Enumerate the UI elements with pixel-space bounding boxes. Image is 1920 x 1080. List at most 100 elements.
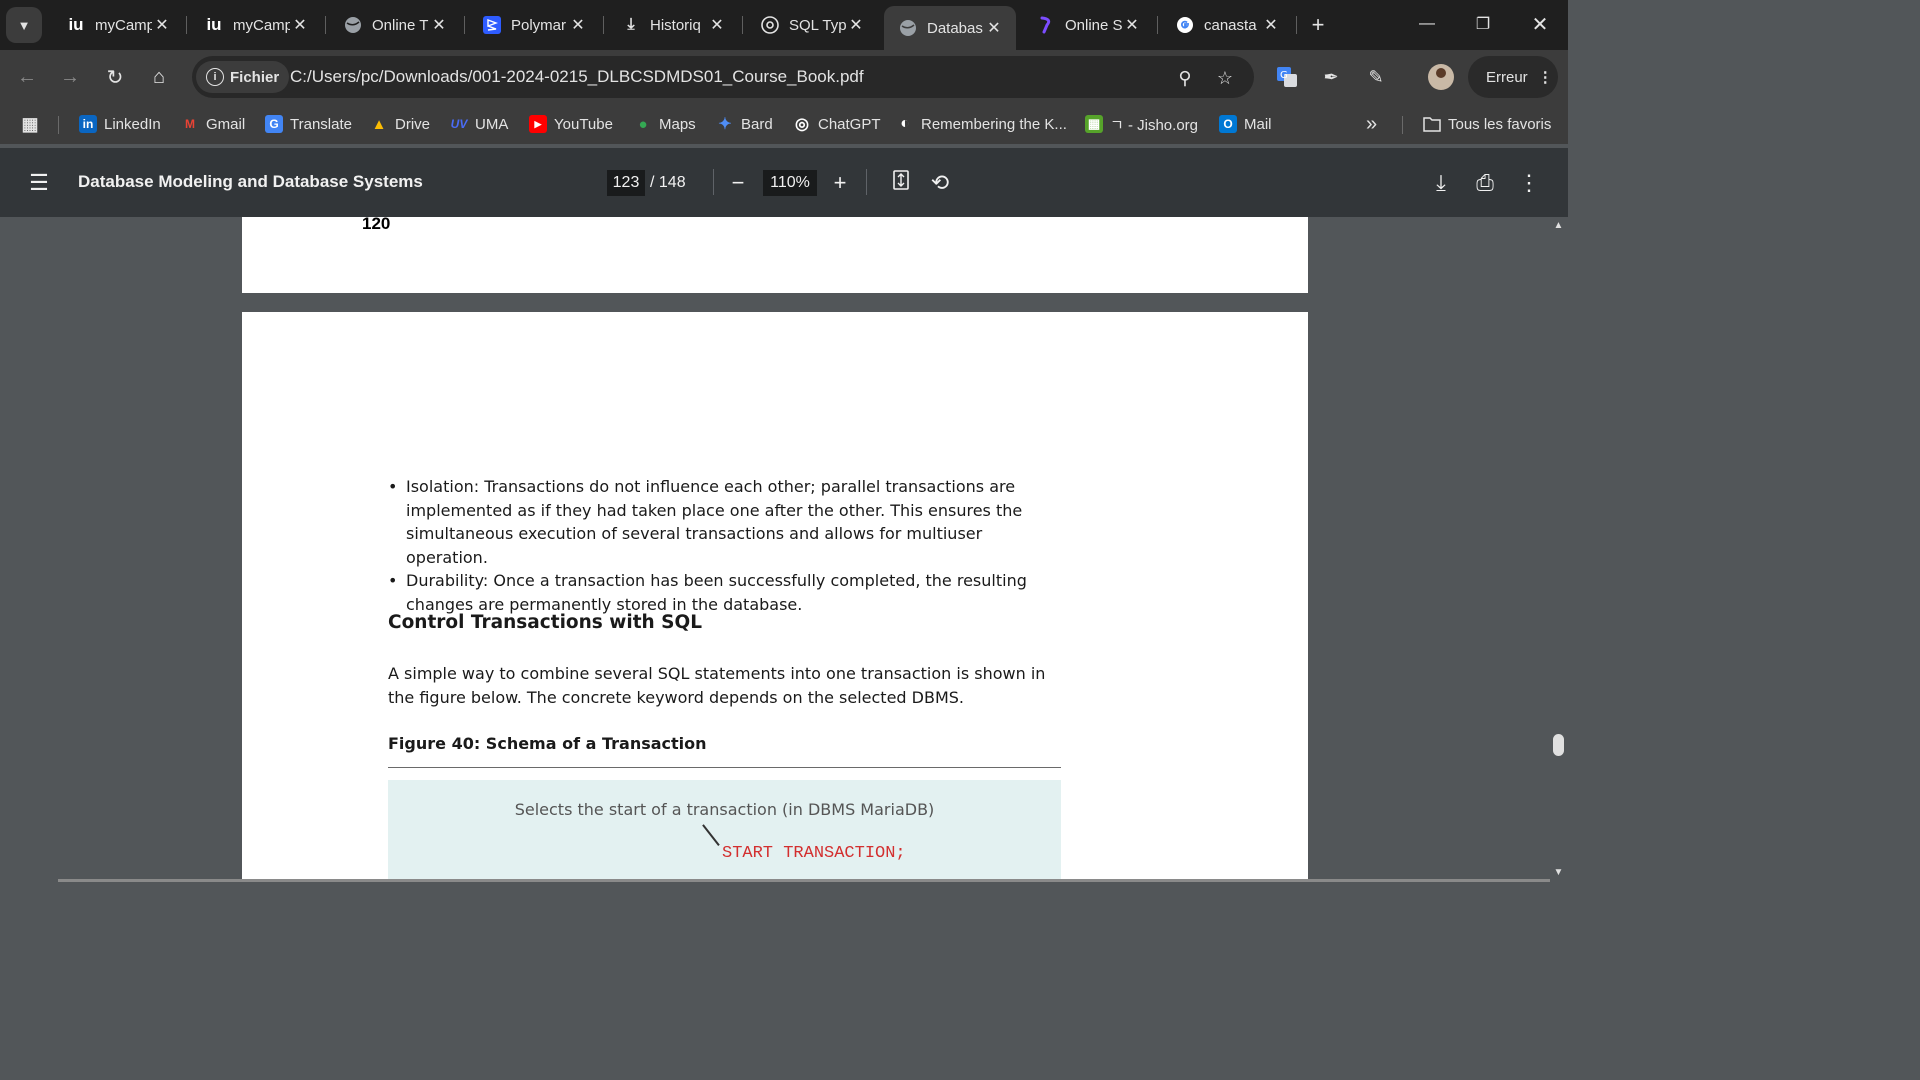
outlook-icon: O — [1219, 115, 1237, 133]
bookmark-remembering-kanji[interactable]: ◐ Remembering the K... — [896, 112, 1067, 136]
site-info-chip[interactable]: i Fichier — [196, 61, 290, 93]
pdf-viewer[interactable]: 120 Isolation: Transactions do not influ… — [0, 217, 1568, 882]
tab-title: myCamp — [233, 16, 290, 34]
close-icon[interactable]: ✕ — [984, 18, 1004, 38]
tab-separator — [1157, 16, 1158, 34]
home-button[interactable]: ⌂ — [145, 63, 173, 91]
tab-historique[interactable]: ⤓ Historiq ✕ — [607, 6, 739, 44]
close-icon[interactable]: ✕ — [1261, 15, 1281, 35]
bookmarks-overflow-button[interactable]: » — [1366, 112, 1377, 136]
bookmark-translate[interactable]: G Translate — [265, 112, 352, 136]
bookmark-chatgpt[interactable]: ◎ ChatGPT — [793, 112, 881, 136]
figure-caption: Figure 40: Schema of a Transaction — [388, 734, 707, 753]
download-button[interactable]: ⤓ — [1426, 168, 1456, 198]
new-tab-button[interactable]: + — [1305, 12, 1331, 38]
bookmark-jisho[interactable]: ▦ ㄱ - Jisho.org — [1085, 112, 1198, 136]
close-icon: ✕ — [1531, 13, 1549, 36]
minimize-button[interactable]: — — [1407, 10, 1447, 38]
back-button[interactable]: ← — [13, 63, 41, 91]
bookmark-label: Drive — [395, 115, 431, 133]
profile-error-button[interactable]: Erreur ⋮ — [1468, 56, 1558, 98]
extensions-icon[interactable]: ✎ — [1362, 63, 1390, 91]
bookmark-linkedin[interactable]: in LinkedIn — [79, 112, 161, 136]
sidebar-menu-button[interactable]: ☰ — [24, 168, 54, 198]
url-text[interactable]: C:/Users/pc/Downloads/001-2024-0215_DLBC… — [290, 67, 864, 87]
zoom-out-button[interactable]: − — [723, 168, 753, 198]
pdf-page-previous: 120 — [242, 217, 1308, 293]
tab-separator — [1296, 16, 1297, 34]
tab-online-s[interactable]: Online S ✕ — [1022, 6, 1154, 44]
close-icon[interactable]: ✕ — [429, 15, 449, 35]
globe-icon — [898, 18, 918, 38]
avatar[interactable] — [1428, 64, 1454, 90]
brand-icon — [1036, 15, 1056, 35]
fit-page-button[interactable] — [886, 168, 916, 198]
close-icon[interactable]: ✕ — [1122, 15, 1142, 35]
tab-online-t[interactable]: Online T ✕ — [329, 6, 461, 44]
tab-search-button[interactable]: ▼ — [6, 7, 42, 43]
bookmark-separator — [1402, 116, 1403, 134]
bookmark-label: Translate — [290, 115, 352, 133]
zoom-input[interactable]: 110% — [763, 170, 817, 196]
bookmark-label: UMA — [475, 115, 509, 133]
tab-mycampus-2[interactable]: iu myCamp ✕ — [190, 6, 322, 44]
horizontal-scrollbar[interactable] — [58, 879, 1550, 882]
maps-icon: ● — [638, 115, 648, 133]
document-title: Database Modeling and Database Systems — [78, 172, 423, 191]
zoom-in-button[interactable]: + — [825, 168, 855, 198]
star-icon[interactable]: ☆ — [1213, 66, 1237, 90]
bookmark-maps[interactable]: ● Maps — [634, 112, 695, 136]
iu-icon: iu — [68, 15, 84, 34]
polymarket-icon — [482, 15, 502, 35]
close-icon[interactable]: ✕ — [707, 15, 727, 35]
address-bar[interactable]: i Fichier C:/Users/pc/Downloads/001-2024… — [192, 56, 1254, 98]
arrow-left-icon: ← — [17, 65, 37, 88]
close-icon[interactable]: ✕ — [568, 15, 588, 35]
pdf-toolbar: ☰ Database Modeling and Database Systems… — [0, 148, 1568, 217]
pen-extension-icon[interactable]: ✒ — [1317, 63, 1345, 91]
rotate-icon: ⟲ — [930, 170, 950, 195]
bookmark-youtube[interactable]: ▶ YouTube — [529, 112, 613, 136]
bookmark-mail[interactable]: O Mail — [1219, 112, 1272, 136]
all-bookmarks-button[interactable]: Tous les favoris — [1423, 112, 1551, 136]
scrollbar-thumb[interactable] — [1553, 734, 1564, 756]
restore-button[interactable]: ❐ — [1463, 10, 1503, 38]
bookmark-separator — [58, 116, 59, 134]
scroll-down-icon[interactable]: ▼ — [1553, 868, 1564, 878]
bard-icon: ✦ — [718, 116, 732, 133]
close-icon[interactable]: ✕ — [290, 15, 310, 35]
forward-button[interactable]: → — [56, 63, 84, 91]
close-icon[interactable]: ✕ — [152, 15, 172, 35]
page-number: 120 — [362, 217, 391, 233]
paragraph: A simple way to combine several SQL stat… — [388, 664, 1046, 707]
minimize-icon: — — [1419, 15, 1435, 32]
tab-canasta[interactable]: canasta ✕ — [1161, 6, 1293, 44]
bookmark-gmail[interactable]: M Gmail — [181, 112, 245, 136]
profile-error-label: Erreur — [1486, 68, 1528, 86]
bookmark-label: LinkedIn — [104, 115, 161, 133]
bookmark-drive[interactable]: ▲ Drive — [370, 112, 430, 136]
scroll-up-icon[interactable]: ▲ — [1553, 221, 1564, 231]
print-button[interactable]: ⎙ — [1470, 168, 1500, 198]
tab-mycampus-1[interactable]: iu myCamp ✕ — [52, 6, 184, 44]
pdf-page-current: Isolation: Transactions do not influence… — [242, 312, 1308, 882]
vertical-scrollbar[interactable]: ▲ ▼ — [1549, 217, 1568, 882]
close-window-button[interactable]: ✕ — [1520, 10, 1560, 38]
page-number-input[interactable]: 123 — [607, 170, 645, 196]
all-bookmarks-label: Tous les favoris — [1448, 115, 1552, 133]
restore-icon: ❐ — [1475, 16, 1491, 33]
translate-extension-icon[interactable]: G — [1273, 63, 1301, 91]
reload-button[interactable]: ↻ — [101, 63, 129, 91]
tab-sql-types[interactable]: SQL Typ ✕ — [746, 6, 878, 44]
tab-database-active[interactable]: Databas ✕ — [884, 6, 1016, 50]
apps-button[interactable]: ▦ — [21, 112, 46, 136]
zoom-icon[interactable]: ⚲ — [1173, 66, 1197, 90]
close-icon[interactable]: ✕ — [846, 15, 866, 35]
tab-polymarket[interactable]: Polymar ✕ — [468, 6, 600, 44]
tab-title: Polymar — [511, 16, 567, 34]
more-options-button[interactable]: ⋮ — [1514, 168, 1544, 198]
jisho-icon: ▦ — [1085, 115, 1103, 133]
rotate-button[interactable]: ⟲ — [925, 168, 955, 198]
bookmark-uma[interactable]: UV UMA — [450, 112, 509, 136]
bookmark-bard[interactable]: ✦ Bard — [716, 112, 772, 136]
